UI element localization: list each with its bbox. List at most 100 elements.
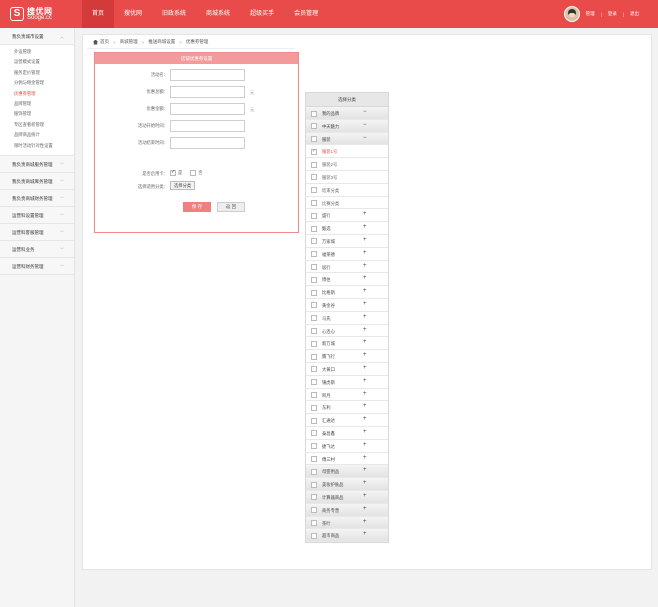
- sidebar-section[interactable]: 我负责商城服务管理 ﹀: [0, 155, 74, 173]
- category-item[interactable]: 福莱德 +: [306, 248, 388, 261]
- expand-icon[interactable]: +: [363, 275, 367, 281]
- category-item[interactable]: 甄选 +: [306, 222, 388, 235]
- nav-item[interactable]: 会员管理: [284, 0, 328, 28]
- breadcrumb-item[interactable]: 商城管理: [120, 39, 138, 45]
- expand-icon[interactable]: +: [363, 250, 367, 256]
- collapse-icon[interactable]: −: [363, 122, 367, 128]
- expand-icon[interactable]: +: [363, 211, 367, 217]
- category-checkbox[interactable]: [311, 212, 317, 219]
- sidebar-item[interactable]: 服饰管理: [0, 109, 74, 119]
- category-item[interactable]: 泰昌鑫 +: [306, 427, 388, 440]
- category-item[interactable]: 商务专营 +: [306, 503, 388, 517]
- category-checkbox[interactable]: [311, 251, 317, 258]
- expand-icon[interactable]: +: [363, 480, 367, 486]
- field-input[interactable]: [170, 86, 245, 98]
- nav-item[interactable]: 首页: [82, 0, 115, 28]
- category-checkbox[interactable]: [311, 200, 317, 207]
- category-item[interactable]: 结束分类: [306, 184, 388, 197]
- category-item[interactable]: 锦虎斯 +: [306, 376, 388, 389]
- expand-icon[interactable]: +: [363, 327, 367, 333]
- expand-icon[interactable]: +: [363, 237, 367, 243]
- category-checkbox[interactable]: [311, 161, 317, 168]
- expand-icon[interactable]: +: [363, 391, 367, 397]
- collapse-icon[interactable]: −: [363, 135, 367, 141]
- sidebar-item[interactable]: 外设管理: [0, 47, 74, 57]
- sidebar-section[interactable]: 我负责城市设置 ︿: [0, 28, 74, 45]
- expand-icon[interactable]: +: [363, 442, 367, 448]
- nav-item[interactable]: 旧政系统: [152, 0, 196, 28]
- home-icon[interactable]: [93, 39, 98, 45]
- category-item[interactable]: 服装1号: [306, 145, 388, 159]
- expand-icon[interactable]: +: [363, 403, 367, 409]
- category-checkbox[interactable]: [311, 353, 317, 360]
- category-item[interactable]: 美妆护肤品 +: [306, 478, 388, 491]
- category-item[interactable]: 汇通达 +: [306, 414, 388, 427]
- nav-item[interactable]: 商城系统: [196, 0, 240, 28]
- category-item[interactable]: 心连心 +: [306, 325, 388, 338]
- field-input[interactable]: [170, 103, 245, 115]
- category-checkbox[interactable]: [311, 468, 317, 475]
- category-item[interactable]: 捷飞达 +: [306, 440, 388, 453]
- expand-icon[interactable]: +: [363, 365, 367, 371]
- category-item[interactable]: 马氏 +: [306, 312, 388, 325]
- category-checkbox[interactable]: [311, 315, 317, 322]
- sidebar-item[interactable]: 品牌管理: [0, 99, 74, 109]
- category-checkbox[interactable]: [311, 174, 317, 181]
- sidebar-item[interactable]: 运营模式设置: [0, 57, 74, 67]
- sidebar-section[interactable]: 我负责商城库务管理 ﹀: [0, 172, 74, 190]
- expand-icon[interactable]: +: [363, 429, 367, 435]
- sidebar-item[interactable]: 专区查看权管理: [0, 120, 74, 130]
- back-button[interactable]: 返 回: [217, 202, 245, 212]
- category-checkbox[interactable]: [311, 456, 317, 463]
- yes-radio[interactable]: [170, 169, 176, 176]
- category-item[interactable]: 东利 +: [306, 401, 388, 415]
- category-item[interactable]: 大黄口 +: [306, 363, 388, 376]
- user-name[interactable]: 管理: [586, 11, 595, 17]
- breadcrumb-item[interactable]: 首页: [100, 39, 109, 45]
- category-item[interactable]: 计算器商品 +: [306, 490, 388, 504]
- category-checkbox[interactable]: [311, 366, 317, 373]
- category-item[interactable]: 万家城 +: [306, 235, 388, 248]
- expand-icon[interactable]: +: [363, 455, 367, 461]
- expand-icon[interactable]: +: [363, 493, 367, 499]
- category-checkbox[interactable]: [311, 340, 317, 347]
- expand-icon[interactable]: +: [363, 339, 367, 345]
- nav-item[interactable]: 超级买手: [240, 0, 284, 28]
- category-checkbox[interactable]: [311, 379, 317, 386]
- category-item[interactable]: 中天魅力 −: [306, 119, 388, 133]
- expand-icon[interactable]: +: [363, 263, 367, 269]
- category-item[interactable]: 居行 +: [306, 261, 388, 274]
- expand-icon[interactable]: +: [363, 467, 367, 473]
- category-item[interactable]: 傅三村 +: [306, 453, 388, 466]
- category-item[interactable]: 服装2号: [306, 158, 388, 171]
- category-checkbox[interactable]: [311, 187, 317, 194]
- category-item[interactable]: 比格斯 +: [306, 286, 388, 299]
- category-checkbox[interactable]: [311, 238, 317, 245]
- category-item[interactable]: 比赛分类: [306, 197, 388, 210]
- category-checkbox[interactable]: [311, 430, 317, 437]
- sidebar-section[interactable]: 运营科设置管理 ﹀: [0, 206, 74, 224]
- category-item[interactable]: 茶叶 +: [306, 516, 388, 530]
- category-checkbox[interactable]: [311, 276, 317, 283]
- category-item[interactable]: 我的品牌 −: [306, 107, 388, 120]
- field-input[interactable]: [170, 137, 245, 149]
- sidebar-item[interactable]: 分佣与佣金管理: [0, 78, 74, 88]
- select-category-button[interactable]: 选择分类: [170, 181, 196, 190]
- expand-icon[interactable]: +: [363, 378, 367, 384]
- category-item[interactable]: 阿月 +: [306, 389, 388, 402]
- category-checkbox[interactable]: [311, 417, 317, 424]
- sidebar-section[interactable]: 运营科客服管理 ﹀: [0, 223, 74, 241]
- category-checkbox[interactable]: [311, 481, 317, 488]
- category-item[interactable]: 博往 +: [306, 273, 388, 287]
- category-checkbox[interactable]: [311, 289, 317, 296]
- expand-icon[interactable]: +: [363, 506, 367, 512]
- category-checkbox[interactable]: [311, 404, 317, 411]
- collapse-icon[interactable]: −: [363, 109, 367, 115]
- expand-icon[interactable]: +: [363, 301, 367, 307]
- sidebar-section[interactable]: 我负责商城财务管理 ﹀: [0, 189, 74, 207]
- category-item[interactable]: 腾飞行 +: [306, 350, 388, 363]
- avatar[interactable]: [563, 6, 580, 22]
- field-input[interactable]: [170, 69, 245, 81]
- expand-icon[interactable]: +: [363, 531, 367, 537]
- sidebar-section[interactable]: 运营科业务 ﹀: [0, 240, 74, 258]
